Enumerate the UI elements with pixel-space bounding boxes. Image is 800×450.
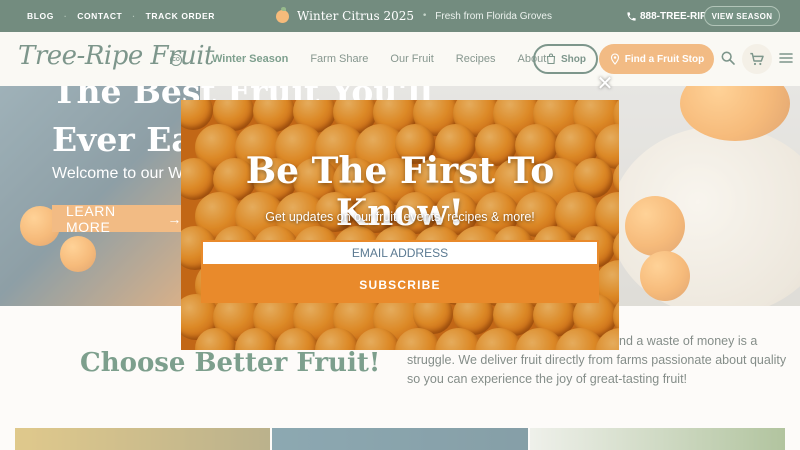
subscribe-button[interactable]: SUBSCRIBE bbox=[201, 266, 599, 303]
modal-subtitle: Get updates on our fruit, events, recipe… bbox=[265, 210, 535, 224]
close-icon[interactable]: ✕ bbox=[596, 73, 614, 93]
email-field[interactable] bbox=[201, 240, 599, 266]
newsletter-modal: Be The First To Know! Get updates on our… bbox=[181, 100, 619, 350]
